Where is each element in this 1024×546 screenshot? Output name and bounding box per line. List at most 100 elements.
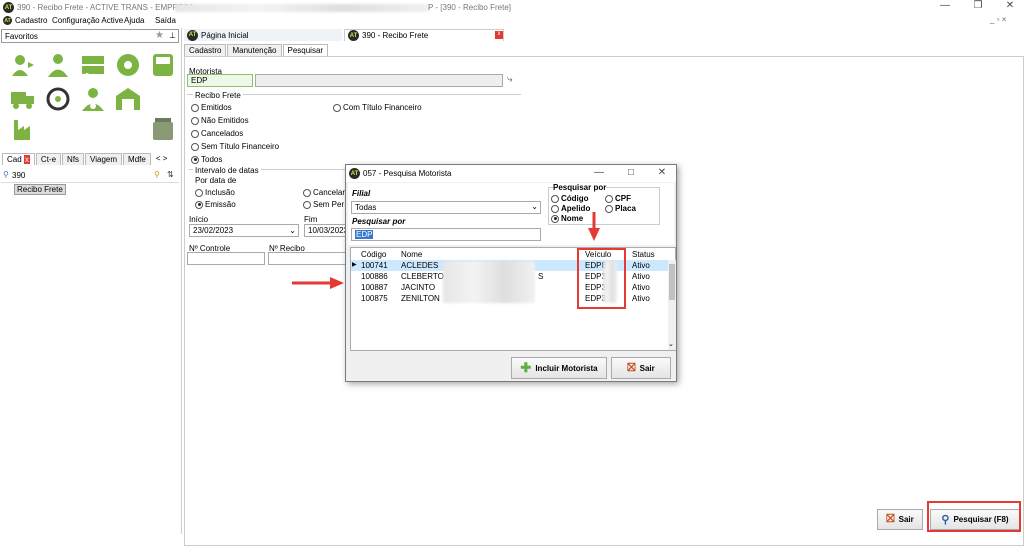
search-input[interactable]: 390 [12,171,25,180]
opt-placa-label: Placa [615,204,636,213]
col-nome[interactable]: Nome [401,250,422,259]
tab-cad[interactable]: Cad x [2,153,35,165]
col-status[interactable]: Status [632,250,655,259]
motorista-grid: Código Nome Veículo Status ▶ 100741 ACLE… [350,247,676,351]
tab-mdfe[interactable]: Mdfe [123,153,151,165]
favorites-label: Favoritos [5,32,38,41]
radio-cancelar[interactable]: Cancelar [303,188,345,197]
truck-fleet-icon[interactable] [80,52,106,78]
steering-wheel-icon[interactable] [115,52,141,78]
broom-icon[interactable]: ⚲ [154,170,160,179]
radio-circle[interactable] [605,204,613,213]
radio-inclusao[interactable]: Inclusão [195,188,235,197]
radio-com-titulo[interactable]: Com Título Financeiro [333,103,422,112]
radio-circle[interactable] [191,142,199,151]
opt-codigo[interactable]: Código [551,194,589,203]
radio-circle[interactable] [191,129,199,138]
chevron-down-icon[interactable]: ⌄ [668,340,674,348]
grid-scrollbar[interactable]: ⌄ [668,260,676,350]
minimize-icon[interactable]: — [930,0,960,11]
fim-date-input[interactable]: 10/03/2023 [304,224,348,237]
factory-icon[interactable] [10,116,36,142]
tab-close-icon[interactable]: x [23,155,30,164]
close-tab-icon[interactable]: x [495,31,503,39]
controle-input[interactable] [187,252,265,265]
menu-saida[interactable]: Saída [155,16,176,25]
intervalo-group: Intervalo de datas Por data de Inclusão … [189,166,349,213]
opt-apelido[interactable]: Apelido [551,204,590,213]
radio-circle[interactable] [195,188,203,197]
radio-emitidos[interactable]: Emitidos [191,103,232,112]
search-type-group: Pesquisar por Código Apelido Nome CPF Pl… [548,183,660,225]
radio-circle[interactable] [195,200,203,209]
filial-select[interactable]: Todas ⌄ [351,201,541,214]
wheel-icon[interactable] [45,86,71,112]
radio-circle[interactable] [333,103,341,112]
doc-tab-home[interactable]: AT Página Inicial [184,29,342,41]
tab-manutencao[interactable]: Manutenção [227,44,282,56]
sair-button[interactable]: ⛝ Sair [877,509,923,530]
dialog-sair-button[interactable]: ⛝ Sair [611,357,671,379]
dialog-filter-area: Filial Todas ⌄ Pesquisar por EDP Pesquisa… [348,183,674,245]
radio-circle[interactable] [191,116,199,125]
tab-cadastro[interactable]: Cadastro [184,44,227,56]
radio-sem-titulo[interactable]: Sem Título Financeiro [191,142,279,151]
bus-icon[interactable] [150,52,176,78]
warehouse-icon[interactable] [115,86,141,112]
radio-circle[interactable] [191,155,199,164]
driver-arrow-icon[interactable] [10,52,36,78]
recycle-bin-icon[interactable] [150,116,176,142]
close-icon[interactable]: ✕ [995,0,1024,11]
lookup-icon[interactable]: ⤷ [507,74,513,85]
motorista-code-input[interactable]: EDP [187,74,253,87]
tab-cte[interactable]: Ct-e [35,153,62,165]
radio-circle[interactable] [551,204,559,213]
tab-viagem[interactable]: Viagem [85,153,123,165]
menu-cadastro[interactable]: Cadastro [15,16,47,25]
opt-placa[interactable]: Placa [605,204,636,213]
radio-todos[interactable]: Todos [191,155,222,164]
driver-icon[interactable] [80,86,106,112]
radio-circle[interactable] [303,200,311,209]
tab-pesquisar[interactable]: Pesquisar [282,44,329,56]
dialog-search-input[interactable]: EDP [351,228,541,241]
incluir-motorista-button[interactable]: ✚ Incluir Motorista [511,357,607,379]
doc-tab-recibo[interactable]: AT 390 - Recibo Frete x [344,29,504,41]
radio-circle[interactable] [551,194,559,203]
pin-icon[interactable]: ⊥ [169,31,176,40]
tree-item-recibo-frete[interactable]: Recibo Frete [14,184,66,195]
motorista-name-field[interactable] [255,74,503,87]
radio-circle[interactable] [191,103,199,112]
recibo-number-input[interactable] [268,252,346,265]
tab-nfs[interactable]: Nfs [62,153,85,165]
plus-icon: ✚ [520,360,532,375]
col-codigo[interactable]: Código [361,250,386,259]
opt-cpf[interactable]: CPF [605,194,631,203]
person-icon[interactable] [45,52,71,78]
dialog-minimize-icon[interactable]: — [584,167,614,178]
menu-configuracao[interactable]: Configuração Active [52,16,123,25]
radio-sem-per[interactable]: Sem Per [303,200,344,209]
chevron-down-icon[interactable]: ⌄ [531,202,538,211]
sort-icon[interactable]: ⇅ [167,170,174,179]
opt-nome[interactable]: Nome [551,214,583,223]
radio-circle[interactable] [605,194,613,203]
menu-ajuda[interactable]: Ajuda [124,16,144,25]
scrollbar-thumb[interactable] [669,264,675,300]
redacted-names [443,261,535,303]
radio-cancelados[interactable]: Cancelados [191,129,243,138]
inicio-date-input[interactable]: 23/02/2023 ⌄ [189,224,299,237]
radio-circle[interactable] [303,188,311,197]
star-icon[interactable]: ★ [155,30,164,41]
radio-circle[interactable] [551,214,559,223]
tab-scroll-icon[interactable]: < > [152,153,172,165]
truck-icon[interactable] [10,86,36,112]
radio-emissao[interactable]: Emissão [195,200,236,209]
favorites-bar[interactable]: Favoritos ★ ⊥ [1,29,179,43]
mdi-controls-icon[interactable]: _ ▫ × [990,15,1006,24]
maximize-icon[interactable]: ❐ [963,0,993,11]
radio-nao-emitidos[interactable]: Não Emitidos [191,116,249,125]
dialog-close-icon[interactable]: ✕ [647,167,677,178]
dialog-maximize-icon[interactable]: □ [616,167,646,178]
chevron-down-icon[interactable]: ⌄ [289,226,296,235]
